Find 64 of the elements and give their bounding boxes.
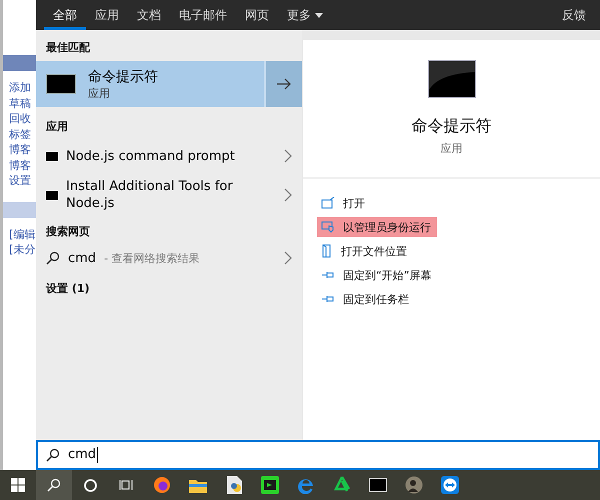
filter-tab[interactable]: 电子邮件 bbox=[170, 0, 236, 30]
sidebar-link[interactable]: 回收 bbox=[9, 112, 36, 126]
terminal-icon[interactable] bbox=[369, 478, 387, 492]
media-app-icon[interactable] bbox=[261, 476, 279, 494]
pin-icon bbox=[321, 270, 335, 280]
document-icon bbox=[321, 244, 333, 258]
chevron-right-icon bbox=[284, 251, 292, 265]
search-icon bbox=[46, 251, 60, 265]
app-result[interactable]: Node.js command prompt bbox=[66, 148, 256, 164]
terminal-icon bbox=[428, 60, 476, 98]
section-heading: 应用 bbox=[44, 119, 69, 135]
category-link[interactable]: [编辑 bbox=[9, 228, 36, 241]
sidebar-link[interactable]: 博客 bbox=[9, 143, 36, 156]
category-link[interactable]: [未分 bbox=[9, 243, 36, 256]
best-match-item[interactable]: 命令提示符 应用 bbox=[36, 61, 302, 107]
app-type: 应用 bbox=[88, 86, 111, 100]
sidebar-link[interactable]: 添加 bbox=[9, 81, 36, 94]
filter-tab[interactable]: 网页 bbox=[236, 0, 278, 30]
shield-icon bbox=[321, 221, 335, 233]
app-type: 应用 bbox=[440, 141, 462, 156]
web-query[interactable]: cmd bbox=[68, 250, 96, 266]
section-heading: 设置 (1) bbox=[44, 281, 91, 297]
action-item[interactable]: 固定到任务栏 bbox=[317, 289, 429, 309]
arrow-right-icon[interactable] bbox=[277, 78, 291, 90]
search-field[interactable]: cmd bbox=[36, 440, 600, 470]
filter-tab[interactable]: 更多 bbox=[278, 0, 332, 30]
sidebar-link[interactable]: 标签 bbox=[9, 128, 36, 141]
page-section-bar bbox=[3, 202, 36, 218]
chevron-right-icon bbox=[284, 149, 292, 163]
pin-icon bbox=[321, 294, 335, 304]
remote-app-icon[interactable] bbox=[441, 476, 459, 494]
web-hint: - 查看网络搜索结果 bbox=[104, 250, 200, 266]
script-file-icon[interactable] bbox=[226, 476, 242, 494]
filter-tab[interactable]: 文档 bbox=[128, 0, 170, 30]
filter-tab[interactable]: 应用 bbox=[86, 0, 128, 30]
sidebar-link[interactable]: 设置 bbox=[9, 174, 36, 188]
avatar-icon[interactable] bbox=[405, 476, 423, 494]
windows-logo-icon[interactable] bbox=[11, 478, 25, 492]
search-icon[interactable] bbox=[47, 478, 61, 492]
section-heading: 搜索网页 bbox=[44, 224, 91, 240]
terminal-icon bbox=[46, 190, 58, 200]
fox-browser-icon[interactable] bbox=[153, 476, 171, 494]
action-item[interactable]: 打开 bbox=[317, 193, 429, 213]
chevron-right-icon bbox=[284, 188, 292, 202]
browser-e-icon[interactable] bbox=[297, 476, 315, 494]
page-header-bar bbox=[3, 55, 36, 71]
terminal-icon bbox=[46, 152, 58, 160]
task-view-icon[interactable] bbox=[119, 479, 133, 491]
feedback-button[interactable]: 反馈 bbox=[562, 0, 586, 30]
section-heading: 最佳匹配 bbox=[45, 40, 91, 56]
folder-icon[interactable] bbox=[189, 478, 207, 492]
action-item[interactable]: 以管理员身份运行 bbox=[317, 217, 437, 237]
terminal-icon bbox=[46, 74, 76, 94]
action-item[interactable]: 固定到“开始”屏幕 bbox=[317, 265, 438, 285]
app-title: 命令提示符 bbox=[412, 116, 492, 137]
search-icon bbox=[46, 448, 60, 462]
app-title: 命令提示符 bbox=[88, 68, 158, 86]
sidebar-link[interactable]: 博客 bbox=[9, 158, 36, 172]
caret-icon bbox=[315, 12, 323, 18]
sidebar-link[interactable]: 草稿 bbox=[9, 96, 36, 110]
circle-icon[interactable] bbox=[84, 478, 96, 492]
app-result[interactable]: Install Additional Tools for Node.js bbox=[66, 178, 256, 212]
action-item[interactable]: 打开文件位置 bbox=[317, 241, 429, 261]
window-icon bbox=[321, 197, 335, 209]
